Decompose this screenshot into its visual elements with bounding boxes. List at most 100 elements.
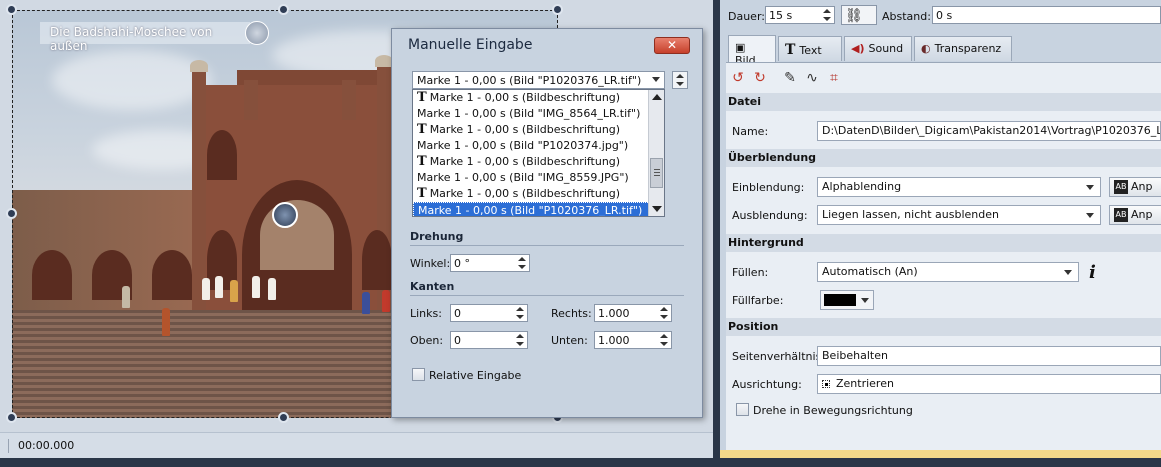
duration-value: 15 s xyxy=(769,9,793,22)
dropdown-item[interactable]: Marke 1 - 0,00 s (Bild "P1020374.jpg") xyxy=(413,138,664,154)
close-button[interactable]: ✕ xyxy=(654,37,690,54)
text-icon: T xyxy=(785,42,796,58)
left-input[interactable]: 0 xyxy=(450,304,528,322)
dropdown-item-label: Marke 1 - 0,00 s (Bild "IMG_8564_LR.tif"… xyxy=(417,107,641,120)
link-button[interactable]: ⛓ xyxy=(841,5,877,25)
text-mark-icon: T xyxy=(417,186,427,201)
spin-arrows-icon[interactable] xyxy=(518,257,526,269)
panel-bottom-strip xyxy=(720,450,1161,458)
dropdown-item-label: Marke 1 - 0,00 s (Bild "IMG_8559.JPG") xyxy=(417,171,629,184)
fade-out-adjust-button[interactable]: AB Anp xyxy=(1109,205,1161,225)
dropdown-item-label: Marke 1 - 0,00 s (Bild "P1020374.jpg") xyxy=(417,139,629,152)
dropdown-item-label: Marke 1 - 0,00 s (Bildbeschriftung) xyxy=(429,187,621,200)
center-align-icon xyxy=(822,380,830,388)
tab-transparency[interactable]: ◐ Transparenz xyxy=(914,36,1012,61)
aspect-ratio-input[interactable]: Beibehalten xyxy=(817,346,1161,366)
alignment-input[interactable]: Zentrieren xyxy=(817,374,1161,394)
fade-out-value: Liegen lassen, nicht ausblenden xyxy=(822,208,999,221)
fade-out-adjust-label: Anp xyxy=(1131,208,1153,221)
fill-color-picker[interactable] xyxy=(820,290,874,310)
dropdown-item[interactable]: Marke 1 - 0,00 s (Bild "IMG_8559.JPG") xyxy=(413,170,664,186)
mark-stepper[interactable] xyxy=(672,71,688,89)
file-name-value: D:\DatenD\Bilder\_Digicam\Pakistan2014\V… xyxy=(822,124,1161,137)
dropdown-item[interactable]: T Marke 1 - 0,00 s (Bildbeschriftung) xyxy=(413,122,664,138)
spin-arrows-icon[interactable] xyxy=(660,307,668,319)
text-mark-icon: T xyxy=(417,90,427,105)
fill-select[interactable]: Automatisch (An) xyxy=(817,262,1079,282)
resize-handle-top[interactable] xyxy=(278,4,289,15)
gap-input[interactable]: 0 s xyxy=(932,6,1161,24)
spin-arrows-icon[interactable] xyxy=(660,334,668,346)
aspect-ratio-label: Seitenverhältnis: xyxy=(732,350,826,363)
duration-input[interactable]: 15 s xyxy=(765,6,835,24)
spin-arrows-icon[interactable] xyxy=(516,334,524,346)
photo-caption-text[interactable]: Die Badshahi-Moschee von außen xyxy=(40,22,250,53)
spin-arrows-icon[interactable] xyxy=(823,9,831,21)
caption-move-handle-icon[interactable] xyxy=(245,21,269,45)
resize-handle-bottom[interactable] xyxy=(278,412,289,423)
scroll-thumb[interactable] xyxy=(650,158,663,188)
chevron-down-icon xyxy=(1086,185,1094,190)
rotate-right-icon[interactable]: ↻ xyxy=(752,70,768,86)
right-input[interactable]: 1.000 xyxy=(594,304,672,322)
alignment-label: Ausrichtung: xyxy=(732,378,802,391)
bottom-input[interactable]: 1.000 xyxy=(594,331,672,349)
duration-label: Dauer: xyxy=(728,10,765,23)
relative-input-label: Relative Eingabe xyxy=(429,369,522,382)
fade-in-value: Alphablending xyxy=(822,180,902,193)
resize-handle-top-left[interactable] xyxy=(6,4,17,15)
position-heading: Position xyxy=(726,318,1161,336)
top-label: Oben: xyxy=(410,334,444,347)
chevron-down-icon xyxy=(652,77,660,82)
dropdown-scrollbar[interactable] xyxy=(648,90,664,216)
aspect-ratio-value: Beibehalten xyxy=(822,349,888,362)
dropdown-item-label: Marke 1 - 0,00 s (Bildbeschriftung) xyxy=(429,91,621,104)
tab-sound[interactable]: ◀) Sound xyxy=(844,36,912,61)
scroll-up-icon[interactable] xyxy=(652,94,662,100)
center-move-handle-icon[interactable] xyxy=(272,202,298,228)
edges-heading: Kanten xyxy=(410,280,455,293)
rotate-direction-label: Drehe in Bewegungsrichtung xyxy=(753,404,913,417)
spin-arrows-icon[interactable] xyxy=(516,307,524,319)
crop-icon[interactable]: ⌗ xyxy=(826,70,842,86)
rotate-left-icon[interactable]: ↺ xyxy=(730,70,746,86)
info-icon[interactable]: i xyxy=(1089,262,1096,283)
dropdown-item[interactable]: Marke 1 - 0,00 s (Bild "P1020376_LR.tif"… xyxy=(413,202,664,216)
file-heading: Datei xyxy=(726,93,1161,111)
file-name-input[interactable]: D:\DatenD\Bilder\_Digicam\Pakistan2014\V… xyxy=(817,121,1161,141)
tab-transparency-label: Transparenz xyxy=(934,42,1002,55)
fade-in-select[interactable]: Alphablending xyxy=(817,177,1101,197)
path-icon[interactable]: ∿ xyxy=(804,70,820,86)
panel-splitter[interactable] xyxy=(713,0,720,458)
edit-pencil-icon[interactable]: ✎ xyxy=(782,70,798,86)
mark-select[interactable]: Marke 1 - 0,00 s (Bild "P1020376_LR.tif"… xyxy=(412,71,665,89)
sound-icon: ◀) xyxy=(851,42,865,55)
ab-transition-icon: AB xyxy=(1114,180,1128,194)
top-input[interactable]: 0 xyxy=(450,331,528,349)
top-value: 0 xyxy=(454,334,461,347)
dropdown-item[interactable]: T Marke 1 - 0,00 s (Bildbeschriftung) xyxy=(413,186,664,202)
dropdown-item[interactable]: T Marke 1 - 0,00 s (Bildbeschriftung) xyxy=(413,154,664,170)
fade-in-adjust-button[interactable]: AB Anp xyxy=(1109,177,1161,197)
tab-text[interactable]: T Text xyxy=(778,36,842,61)
right-value: 1.000 xyxy=(598,307,630,320)
dropdown-item-label: Marke 1 - 0,00 s (Bildbeschriftung) xyxy=(429,123,621,136)
timecode: 00:00.000 xyxy=(18,439,75,452)
dropdown-item[interactable]: Marke 1 - 0,00 s (Bild "IMG_8564_LR.tif"… xyxy=(413,106,664,122)
bottom-label: Unten: xyxy=(551,334,588,347)
mark-dropdown-list[interactable]: T Marke 1 - 0,00 s (Bildbeschriftung) Mark… xyxy=(412,89,665,217)
angle-input[interactable]: 0 ° xyxy=(450,254,530,272)
scroll-down-icon[interactable] xyxy=(652,206,662,212)
dropdown-item[interactable]: T Marke 1 - 0,00 s (Bildbeschriftung) xyxy=(413,90,664,106)
resize-handle-top-right[interactable] xyxy=(552,4,563,15)
fade-in-label: Einblendung: xyxy=(732,181,805,194)
resize-handle-left[interactable] xyxy=(6,208,17,219)
fade-out-select[interactable]: Liegen lassen, nicht ausblenden xyxy=(817,205,1101,225)
text-mark-icon: T xyxy=(417,154,427,169)
alignment-value: Zentrieren xyxy=(836,377,894,390)
relative-input-checkbox[interactable] xyxy=(412,368,425,381)
resize-handle-bottom-left[interactable] xyxy=(6,412,17,423)
rotate-direction-checkbox[interactable] xyxy=(736,403,749,416)
tab-image[interactable]: ▣Bild xyxy=(728,35,776,67)
left-value: 0 xyxy=(454,307,461,320)
